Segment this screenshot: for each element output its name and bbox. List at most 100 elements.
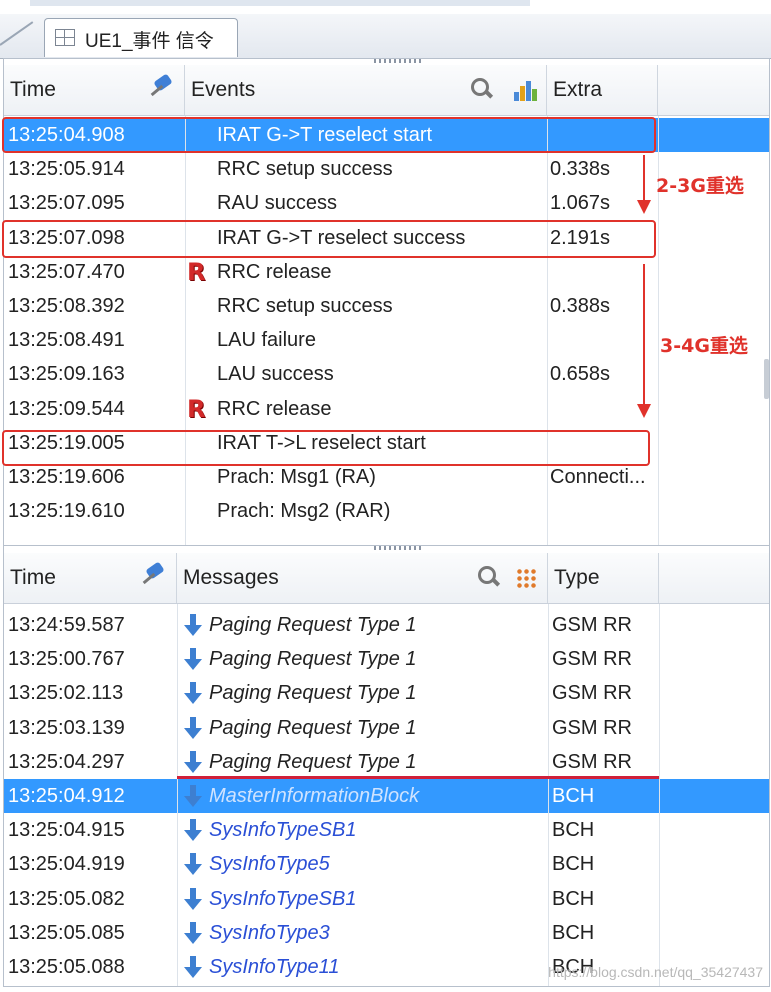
message-time: 13:25:00.767 [8, 648, 125, 671]
message-type: GSM RR [552, 682, 632, 705]
messages-header: Time Messages Type [4, 553, 769, 604]
message-type: GSM RR [552, 750, 632, 773]
event-extra: 0.338s [550, 158, 611, 181]
message-name: SysInfoType5 [209, 853, 330, 876]
event-row[interactable]: 13:25:09.544 R RRC release [4, 392, 769, 426]
event-row[interactable]: 13:25:09.163 LAU success 0.658s [4, 357, 769, 391]
message-name: Paging Request Type 1 [209, 750, 417, 773]
message-row[interactable]: 13:25:04.912 MasterInformationBlock BCH [4, 779, 769, 813]
col-divider [547, 116, 548, 546]
annotation-arrow [643, 264, 645, 406]
message-name: Paging Request Type 1 [209, 682, 417, 705]
event-row[interactable]: 13:25:08.491 LAU failure [4, 323, 769, 357]
message-time: 13:25:05.088 [8, 956, 125, 978]
message-type: GSM RR [552, 614, 632, 636]
messages-panel: Time Messages Type 13:24:59.587 Paging Re… [3, 545, 770, 987]
messages-col-type-label: Type [554, 566, 600, 589]
event-row[interactable]: 13:25:19.610 Prach: Msg2 (RAR) [4, 494, 769, 528]
message-row[interactable]: 13:24:59.587 Paging Request Type 1 GSM RR [4, 608, 769, 642]
tab-ue1-events-signaling[interactable]: UE1_事件 信令 [44, 18, 238, 57]
message-row[interactable]: 13:25:04.297 Paging Request Type 1 GSM RR [4, 745, 769, 779]
event-row[interactable]: 13:25:05.914 RRC setup success 0.338s [4, 152, 769, 186]
message-name: Paging Request Type 1 [209, 716, 417, 739]
message-row[interactable]: 13:25:05.082 SysInfoTypeSB1 BCH [4, 882, 769, 916]
watermark: https://blog.csdn.net/qq_35427437 [548, 964, 763, 980]
events-col-extra-label: Extra [553, 78, 603, 101]
annotation-arrow-tip [637, 200, 651, 214]
top-strip-bar [30, 0, 530, 6]
splitter-grip[interactable] [374, 546, 424, 550]
message-row[interactable]: 13:25:00.767 Paging Request Type 1 GSM RR [4, 642, 769, 676]
event-time: 13:25:08.491 [8, 329, 125, 352]
chart-bars-icon[interactable] [514, 79, 538, 101]
annotation-label-2-3g: 2-3G重选 [656, 175, 744, 197]
message-type: BCH [552, 785, 595, 807]
event-name: RRC setup success [217, 295, 393, 317]
rrc-release-icon: R [187, 257, 206, 286]
message-time: 13:25:04.919 [8, 853, 125, 876]
annotation-box [2, 430, 650, 466]
message-time: 13:25:04.912 [8, 785, 125, 807]
message-time: 13:25:05.085 [8, 921, 125, 944]
event-extra: 0.388s [550, 295, 611, 317]
message-row[interactable]: 13:25:04.919 SysInfoType5 BCH [4, 847, 769, 881]
message-row[interactable]: 13:25:05.085 SysInfoType3 BCH [4, 916, 769, 950]
messages-col-type[interactable]: Type [548, 553, 659, 603]
messages-col-time-label: Time [10, 566, 56, 589]
message-row[interactable]: 13:25:02.113 Paging Request Type 1 GSM RR [4, 676, 769, 710]
arrow-down-icon [178, 950, 204, 984]
event-row[interactable]: 13:25:07.095 RAU success 1.067s [4, 186, 769, 220]
event-time: 13:25:07.470 [8, 260, 125, 283]
message-type: BCH [552, 819, 595, 842]
message-time: 13:25:05.082 [8, 887, 125, 910]
event-row[interactable]: 13:25:08.392 RRC setup success 0.388s [4, 289, 769, 323]
message-time: 13:25:04.915 [8, 819, 125, 842]
tab-label: UE1_事件 信令 [85, 31, 214, 52]
message-name: Paging Request Type 1 [209, 648, 417, 671]
message-type: GSM RR [552, 648, 632, 671]
message-row[interactable]: 13:25:04.915 SysInfoTypeSB1 BCH [4, 813, 769, 847]
message-name: Paging Request Type 1 [209, 614, 417, 636]
events-col-extra[interactable]: Extra [547, 65, 658, 115]
arrow-down-icon [178, 676, 204, 710]
message-name: MasterInformationBlock [209, 785, 420, 807]
splitter-grip[interactable] [374, 59, 424, 63]
arrow-down-icon [178, 779, 204, 813]
message-type: GSM RR [552, 716, 632, 739]
message-name: SysInfoTypeSB1 [209, 819, 357, 842]
pin-icon[interactable] [139, 561, 165, 591]
table-icon [55, 29, 75, 46]
event-name: RRC release [217, 397, 332, 420]
annotation-box [2, 117, 656, 153]
message-name: SysInfoType3 [209, 921, 330, 944]
event-time: 13:25:09.163 [8, 363, 125, 386]
event-name: RRC release [217, 260, 332, 283]
tab-bar: UE1_事件 信令 [0, 14, 771, 59]
annotation-arrow [643, 155, 645, 201]
message-row[interactable]: 13:25:03.139 Paging Request Type 1 GSM RR [4, 711, 769, 745]
grid-icon[interactable] [516, 568, 536, 588]
message-name: SysInfoType11 [209, 956, 340, 978]
search-icon[interactable] [471, 78, 494, 100]
col-divider [659, 604, 660, 986]
event-time: 13:25:07.095 [8, 192, 125, 215]
annotation-arrow-tip [637, 404, 651, 418]
message-name: SysInfoTypeSB1 [209, 887, 357, 910]
col-divider [177, 604, 178, 986]
message-type: BCH [552, 853, 595, 876]
arrow-down-icon [178, 813, 204, 847]
arrow-down-icon [178, 608, 204, 642]
col-divider [185, 116, 186, 546]
events-scrollbar[interactable] [764, 359, 769, 399]
arrow-down-icon [178, 847, 204, 881]
search-icon[interactable] [478, 566, 501, 588]
events-col-events-label: Events [191, 78, 256, 101]
event-row[interactable]: 13:25:07.470 R RRC release [4, 255, 769, 289]
annotation-box [2, 220, 656, 258]
pin-icon[interactable] [147, 73, 173, 103]
events-col-time-label: Time [10, 78, 56, 101]
event-extra: 0.658s [550, 363, 611, 386]
message-time: 13:24:59.587 [8, 614, 125, 636]
message-time: 13:25:02.113 [8, 682, 124, 705]
top-strip [0, 0, 771, 14]
